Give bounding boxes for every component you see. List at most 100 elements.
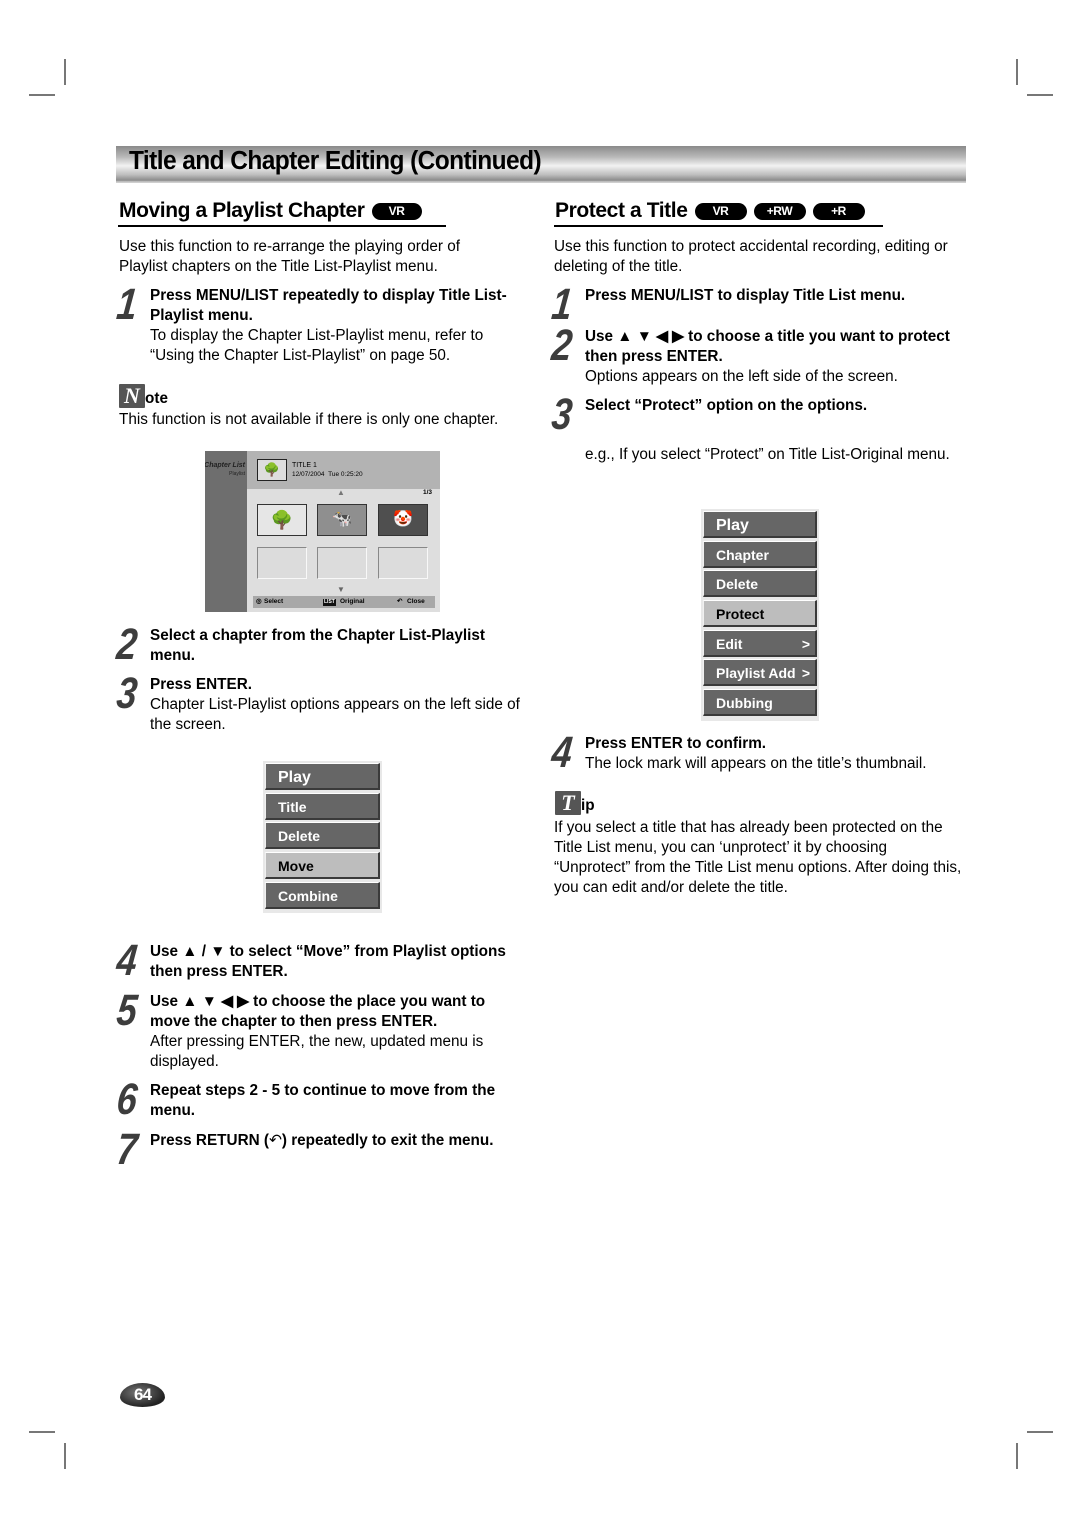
step-number: 2 xyxy=(114,620,139,669)
step-instruction: Repeat steps 2 - 5 to continue to move f… xyxy=(150,1082,496,1119)
menu-item-label: Edit xyxy=(716,635,743,652)
menu-item-title[interactable]: Title xyxy=(265,792,380,820)
step-number: 7 xyxy=(114,1125,139,1174)
tip-label: ip xyxy=(581,797,595,814)
footer-original: Original xyxy=(340,598,365,605)
crop-mark xyxy=(1016,1443,1018,1469)
note-icon: N xyxy=(119,384,145,408)
right-heading-rule xyxy=(554,225,883,227)
crop-mark xyxy=(29,1431,55,1433)
step-detail: The lock mark will appears on the title’… xyxy=(585,755,927,772)
step-number: 1 xyxy=(549,280,574,329)
chapter-list-screenshot: Chapter List Playlist 🌳 TITLE 1 12/07/20… xyxy=(205,451,440,612)
screen-sidebar: Chapter List Playlist xyxy=(205,451,247,612)
screen-side-title: Chapter List xyxy=(205,462,245,469)
menu-item-play[interactable]: Play xyxy=(703,511,817,538)
step-number: 3 xyxy=(549,390,574,439)
right-step-3: 3 Select “Protect” option on the options… xyxy=(549,390,974,439)
step-number: 4 xyxy=(114,936,139,985)
banner-title: Title and Chapter Editing (Continued) xyxy=(129,147,542,175)
menu-item-protect[interactable]: Protect xyxy=(703,600,817,628)
step-instruction: Select a chapter from the Chapter List-P… xyxy=(150,627,485,664)
crop-mark xyxy=(1016,59,1018,85)
step-detail: To display the Chapter List-Playlist men… xyxy=(150,327,484,364)
step-instruction: Use ▲ ▼ ◀ ▶ to choose the place you want… xyxy=(150,993,486,1030)
return-icon: ↶ xyxy=(397,598,403,605)
right-heading: Protect a Title VR +RW +R xyxy=(555,199,865,223)
title-options-menu: Play Chapter Delete Protect Edit > Playli… xyxy=(701,509,819,721)
left-heading-text: Moving a Playlist Chapter xyxy=(119,199,365,222)
tip-heading: Tip xyxy=(555,791,595,815)
menu-item-edit[interactable]: Edit > xyxy=(703,629,817,657)
step-instruction: Press ENTER. xyxy=(150,676,253,693)
step-detail: After pressing ENTER, the new, updated m… xyxy=(150,1033,484,1070)
right-step-1: 1 Press MENU/LIST to display Title List … xyxy=(549,280,974,329)
note-label: ote xyxy=(145,390,168,407)
crop-mark xyxy=(64,1443,66,1469)
menu-item-chapter[interactable]: Chapter xyxy=(703,540,817,568)
step-detail: Options appears on the left side of the … xyxy=(585,368,898,385)
step-detail: Chapter List-Playlist options appears on… xyxy=(150,696,520,733)
left-heading: Moving a Playlist Chapter VR xyxy=(119,199,422,223)
tip-icon: T xyxy=(555,791,581,815)
menu-item-play[interactable]: Play xyxy=(265,763,380,790)
chapter-thumbnail-1[interactable]: 🌳 xyxy=(257,504,307,536)
right-step-2: 2 Use ▲ ▼ ◀ ▶ to choose a title you want… xyxy=(549,321,974,387)
chapter-thumbnail-3[interactable]: 🤡 xyxy=(378,504,428,536)
crop-mark xyxy=(1027,94,1053,96)
step-number: 2 xyxy=(549,321,574,370)
left-step-2: 2 Select a chapter from the Chapter List… xyxy=(114,620,529,669)
left-step-3: 3 Press ENTER. Chapter List-Playlist opti… xyxy=(114,669,529,735)
screen-side-subtitle: Playlist xyxy=(229,471,245,477)
crop-mark xyxy=(64,59,66,85)
step-instruction: Select “Protect” option on the options. xyxy=(585,397,868,414)
badge-vr: VR xyxy=(694,202,747,220)
note-heading: Note xyxy=(119,384,168,408)
screen-time: Tue 0:25:20 xyxy=(328,471,363,478)
left-step-4: 4 Use ▲ / ▼ to select “Move” from Playli… xyxy=(114,936,529,985)
step-number: 6 xyxy=(114,1075,139,1124)
tip-text: If you select a title that has already b… xyxy=(554,819,962,896)
page-number-badge: 64 xyxy=(120,1383,165,1407)
screen-footer: ◎ Select LIST Original ↶ Close xyxy=(253,596,435,608)
step-instruction-a: Press RETURN ( xyxy=(150,1132,270,1149)
step-number: 5 xyxy=(114,986,139,1035)
step-number: 3 xyxy=(114,669,139,718)
right-step-4: 4 Press ENTER to confirm. The lock mark w… xyxy=(549,728,974,777)
chapter-thumbnail-2[interactable]: 🐄 xyxy=(317,504,367,536)
step-number: 1 xyxy=(114,280,139,329)
empty-thumbnail-slot xyxy=(378,547,428,579)
crop-mark xyxy=(1027,1431,1053,1433)
screen-date: 12/07/2004 xyxy=(292,471,325,478)
step-instruction: Use ▲ ▼ ◀ ▶ to choose a title you want t… xyxy=(585,328,950,365)
footer-select: Select xyxy=(264,598,284,605)
example-text: e.g., If you select “Protect” on Title L… xyxy=(585,446,950,463)
scroll-down-icon[interactable]: ▼ xyxy=(337,585,345,594)
footer-close: Close xyxy=(407,598,425,605)
step-instruction: Press ENTER to confirm. xyxy=(585,735,767,752)
left-step-1: 1 Press MENU/LIST repeatedly to display … xyxy=(114,280,529,366)
step-instruction: Use ▲ / ▼ to select “Move” from Playlist… xyxy=(150,943,506,980)
menu-item-playlist-add[interactable]: Playlist Add > xyxy=(703,659,817,687)
menu-item-combine[interactable]: Combine xyxy=(265,881,380,909)
empty-thumbnail-slot xyxy=(317,547,367,579)
left-step-6: 6 Repeat steps 2 - 5 to continue to move… xyxy=(114,1075,529,1124)
left-step-5: 5 Use ▲ ▼ ◀ ▶ to choose the place you wa… xyxy=(114,986,529,1072)
menu-item-delete[interactable]: Delete xyxy=(703,570,817,598)
step-instruction: Press MENU/LIST to display Title List me… xyxy=(585,287,906,304)
chevron-right-icon: > xyxy=(801,635,810,652)
title-thumbnail-icon: 🌳 xyxy=(257,459,287,481)
return-icon: ↶ xyxy=(269,1132,282,1149)
screen-header: 🌳 TITLE 1 12/07/2004 Tue 0:25:20 xyxy=(247,451,440,489)
scroll-up-icon[interactable]: ▲ xyxy=(337,488,345,497)
section-banner: Title and Chapter Editing (Continued) xyxy=(116,146,966,183)
menu-item-label: Playlist Add xyxy=(716,665,796,682)
step-instruction: Press MENU/LIST repeatedly to display Ti… xyxy=(150,287,507,324)
badge-plus-rw: +RW xyxy=(753,202,806,220)
right-heading-text: Protect a Title xyxy=(555,199,688,222)
menu-item-dubbing[interactable]: Dubbing xyxy=(703,689,817,717)
screen-title: TITLE 1 xyxy=(292,462,317,469)
empty-thumbnail-slot xyxy=(257,547,307,579)
menu-item-move[interactable]: Move xyxy=(265,852,380,880)
menu-item-delete[interactable]: Delete xyxy=(265,822,380,850)
